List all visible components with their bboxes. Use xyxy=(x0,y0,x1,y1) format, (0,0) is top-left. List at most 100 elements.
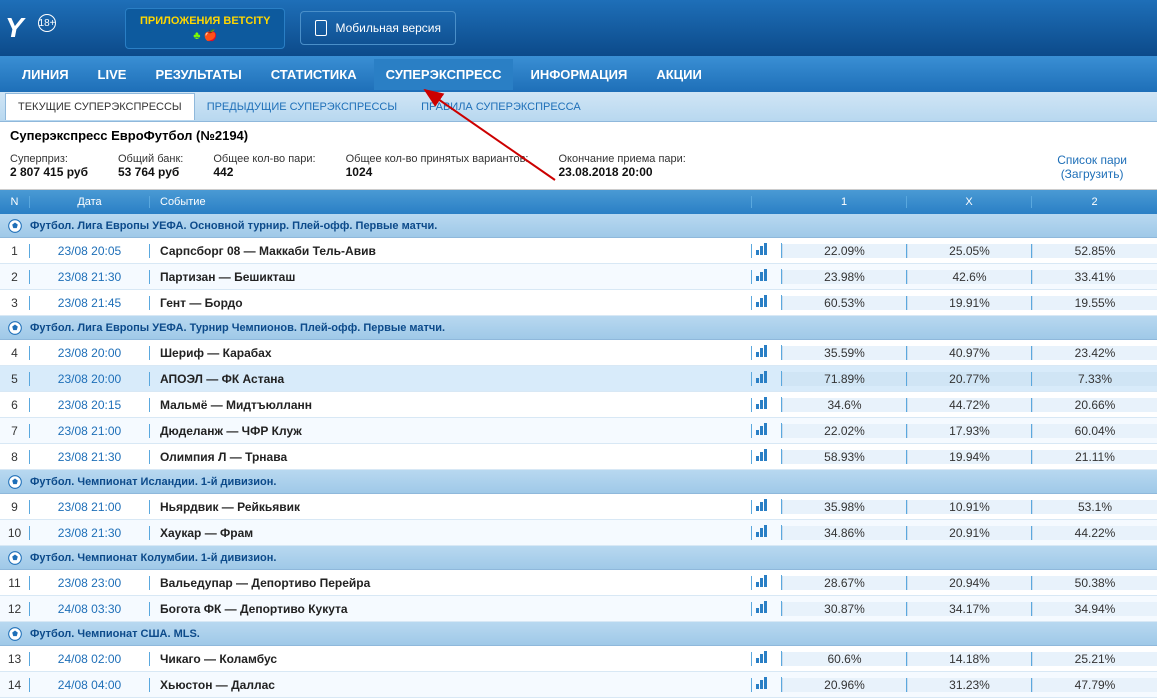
cell-stat[interactable] xyxy=(752,601,782,616)
cell-x[interactable]: 42.6% xyxy=(907,270,1032,284)
football-icon xyxy=(8,219,22,233)
sub-tab[interactable]: ПРАВИЛА СУПЕРЭКСПРЕССА xyxy=(409,94,593,120)
sub-tab[interactable]: ПРЕДЫДУЩИЕ СУПЕРЭКСПРЕССЫ xyxy=(195,94,409,120)
bar-chart-icon xyxy=(756,371,772,383)
cell-stat[interactable] xyxy=(752,397,782,412)
cell-stat[interactable] xyxy=(752,423,782,438)
cell-1[interactable]: 22.02% xyxy=(782,424,907,438)
cell-x[interactable]: 20.77% xyxy=(907,372,1032,386)
bar-chart-icon xyxy=(756,651,772,663)
cell-stat[interactable] xyxy=(752,295,782,310)
cell-stat[interactable] xyxy=(752,269,782,284)
football-icon xyxy=(8,551,22,565)
nav-item[interactable]: LIVE xyxy=(86,59,139,90)
cell-event: Мальмё — Мидтъюлланн xyxy=(150,398,752,412)
group-header[interactable]: Футбол. Чемпионат Исландии. 1-й дивизион… xyxy=(0,470,1157,494)
cell-2[interactable]: 20.66% xyxy=(1032,398,1157,412)
bet-list-link[interactable]: Список пари xyxy=(1057,153,1127,167)
cell-2[interactable]: 44.22% xyxy=(1032,526,1157,540)
cell-stat[interactable] xyxy=(752,525,782,540)
cell-2[interactable]: 33.41% xyxy=(1032,270,1157,284)
nav-item[interactable]: СТАТИСТИКА xyxy=(259,59,369,90)
cell-n: 14 xyxy=(0,678,30,692)
cell-1[interactable]: 22.09% xyxy=(782,244,907,258)
event-row[interactable]: 723/08 21:00Дюделанж — ЧФР Клуж22.02%17.… xyxy=(0,418,1157,444)
cell-2[interactable]: 34.94% xyxy=(1032,602,1157,616)
cell-2[interactable]: 7.33% xyxy=(1032,372,1157,386)
event-row[interactable]: 1023/08 21:30Хаукар — Фрам34.86%20.91%44… xyxy=(0,520,1157,546)
event-row[interactable]: 223/08 21:30Партизан — Бешикташ23.98%42.… xyxy=(0,264,1157,290)
cell-x[interactable]: 19.91% xyxy=(907,296,1032,310)
event-row[interactable]: 1424/08 04:00Хьюстон — Даллас20.96%31.23… xyxy=(0,672,1157,698)
cell-x[interactable]: 20.94% xyxy=(907,576,1032,590)
event-row[interactable]: 123/08 20:05Сарпсборг 08 — Маккаби Тель-… xyxy=(0,238,1157,264)
apps-button[interactable]: ПРИЛОЖЕНИЯ BETCITY ♣ 🍎 xyxy=(125,8,285,49)
cell-1[interactable]: 34.86% xyxy=(782,526,907,540)
cell-x[interactable]: 17.93% xyxy=(907,424,1032,438)
cell-x[interactable]: 14.18% xyxy=(907,652,1032,666)
cell-x[interactable]: 19.94% xyxy=(907,450,1032,464)
cell-1[interactable]: 35.98% xyxy=(782,500,907,514)
cell-stat[interactable] xyxy=(752,449,782,464)
cell-n: 12 xyxy=(0,602,30,616)
bar-chart-icon xyxy=(756,397,772,409)
cell-1[interactable]: 20.96% xyxy=(782,678,907,692)
group-header[interactable]: Футбол. Чемпионат США. MLS. xyxy=(0,622,1157,646)
nav-item[interactable]: АКЦИИ xyxy=(644,59,714,90)
nav-item[interactable]: РЕЗУЛЬТАТЫ xyxy=(143,59,253,90)
event-row[interactable]: 923/08 21:00Ньярдвик — Рейкьявик35.98%10… xyxy=(0,494,1157,520)
cell-2[interactable]: 60.04% xyxy=(1032,424,1157,438)
event-row[interactable]: 1324/08 02:00Чикаго — Коламбус60.6%14.18… xyxy=(0,646,1157,672)
cell-1[interactable]: 30.87% xyxy=(782,602,907,616)
sub-tab[interactable]: ТЕКУЩИЕ СУПЕРЭКСПРЕССЫ xyxy=(5,93,195,120)
event-row[interactable]: 323/08 21:45Гент — Бордо60.53%19.91%19.5… xyxy=(0,290,1157,316)
bar-chart-icon xyxy=(756,677,772,689)
cell-stat[interactable] xyxy=(752,371,782,386)
cell-x[interactable]: 40.97% xyxy=(907,346,1032,360)
cell-x[interactable]: 25.05% xyxy=(907,244,1032,258)
cell-1[interactable]: 60.6% xyxy=(782,652,907,666)
cell-1[interactable]: 60.53% xyxy=(782,296,907,310)
event-row[interactable]: 423/08 20:00Шериф — Карабах35.59%40.97%2… xyxy=(0,340,1157,366)
mobile-version-button[interactable]: Мобильная версия xyxy=(300,11,456,45)
cell-1[interactable]: 71.89% xyxy=(782,372,907,386)
cell-1[interactable]: 35.59% xyxy=(782,346,907,360)
download-link[interactable]: (Загрузить) xyxy=(1057,167,1127,181)
cell-2[interactable]: 52.85% xyxy=(1032,244,1157,258)
nav-item[interactable]: СУПЕРЭКСПРЕСС xyxy=(374,59,514,90)
nav-item[interactable]: ЛИНИЯ xyxy=(10,59,81,90)
event-row[interactable]: 523/08 20:00АПОЭЛ — ФК Астана71.89%20.77… xyxy=(0,366,1157,392)
cell-event: Сарпсборг 08 — Маккаби Тель-Авив xyxy=(150,244,752,258)
cell-2[interactable]: 50.38% xyxy=(1032,576,1157,590)
event-row[interactable]: 1224/08 03:30Богота ФК — Депортиво Кукут… xyxy=(0,596,1157,622)
event-row[interactable]: 623/08 20:15Мальмё — Мидтъюлланн34.6%44.… xyxy=(0,392,1157,418)
cell-2[interactable]: 19.55% xyxy=(1032,296,1157,310)
cell-2[interactable]: 23.42% xyxy=(1032,346,1157,360)
cell-x[interactable]: 31.23% xyxy=(907,678,1032,692)
bar-chart-icon xyxy=(756,345,772,357)
cell-2[interactable]: 21.11% xyxy=(1032,450,1157,464)
cell-1[interactable]: 58.93% xyxy=(782,450,907,464)
group-header[interactable]: Футбол. Лига Европы УЕФА. Основной турни… xyxy=(0,214,1157,238)
cell-stat[interactable] xyxy=(752,677,782,692)
cell-x[interactable]: 34.17% xyxy=(907,602,1032,616)
cell-1[interactable]: 23.98% xyxy=(782,270,907,284)
cell-stat[interactable] xyxy=(752,499,782,514)
cell-x[interactable]: 10.91% xyxy=(907,500,1032,514)
cell-1[interactable]: 34.6% xyxy=(782,398,907,412)
cell-x[interactable]: 20.91% xyxy=(907,526,1032,540)
cell-2[interactable]: 47.79% xyxy=(1032,678,1157,692)
cell-stat[interactable] xyxy=(752,575,782,590)
nav-item[interactable]: ИНФОРМАЦИЯ xyxy=(518,59,639,90)
event-row[interactable]: 823/08 21:30Олимпия Л — Трнава58.93%19.9… xyxy=(0,444,1157,470)
event-row[interactable]: 1123/08 23:00Вальедупар — Депортиво Пере… xyxy=(0,570,1157,596)
cell-1[interactable]: 28.67% xyxy=(782,576,907,590)
group-header[interactable]: Футбол. Лига Европы УЕФА. Турнир Чемпион… xyxy=(0,316,1157,340)
group-header[interactable]: Футбол. Чемпионат Колумбии. 1-й дивизион… xyxy=(0,546,1157,570)
cell-stat[interactable] xyxy=(752,243,782,258)
cell-stat[interactable] xyxy=(752,651,782,666)
cell-x[interactable]: 44.72% xyxy=(907,398,1032,412)
cell-2[interactable]: 53.1% xyxy=(1032,500,1157,514)
cell-2[interactable]: 25.21% xyxy=(1032,652,1157,666)
cell-stat[interactable] xyxy=(752,345,782,360)
